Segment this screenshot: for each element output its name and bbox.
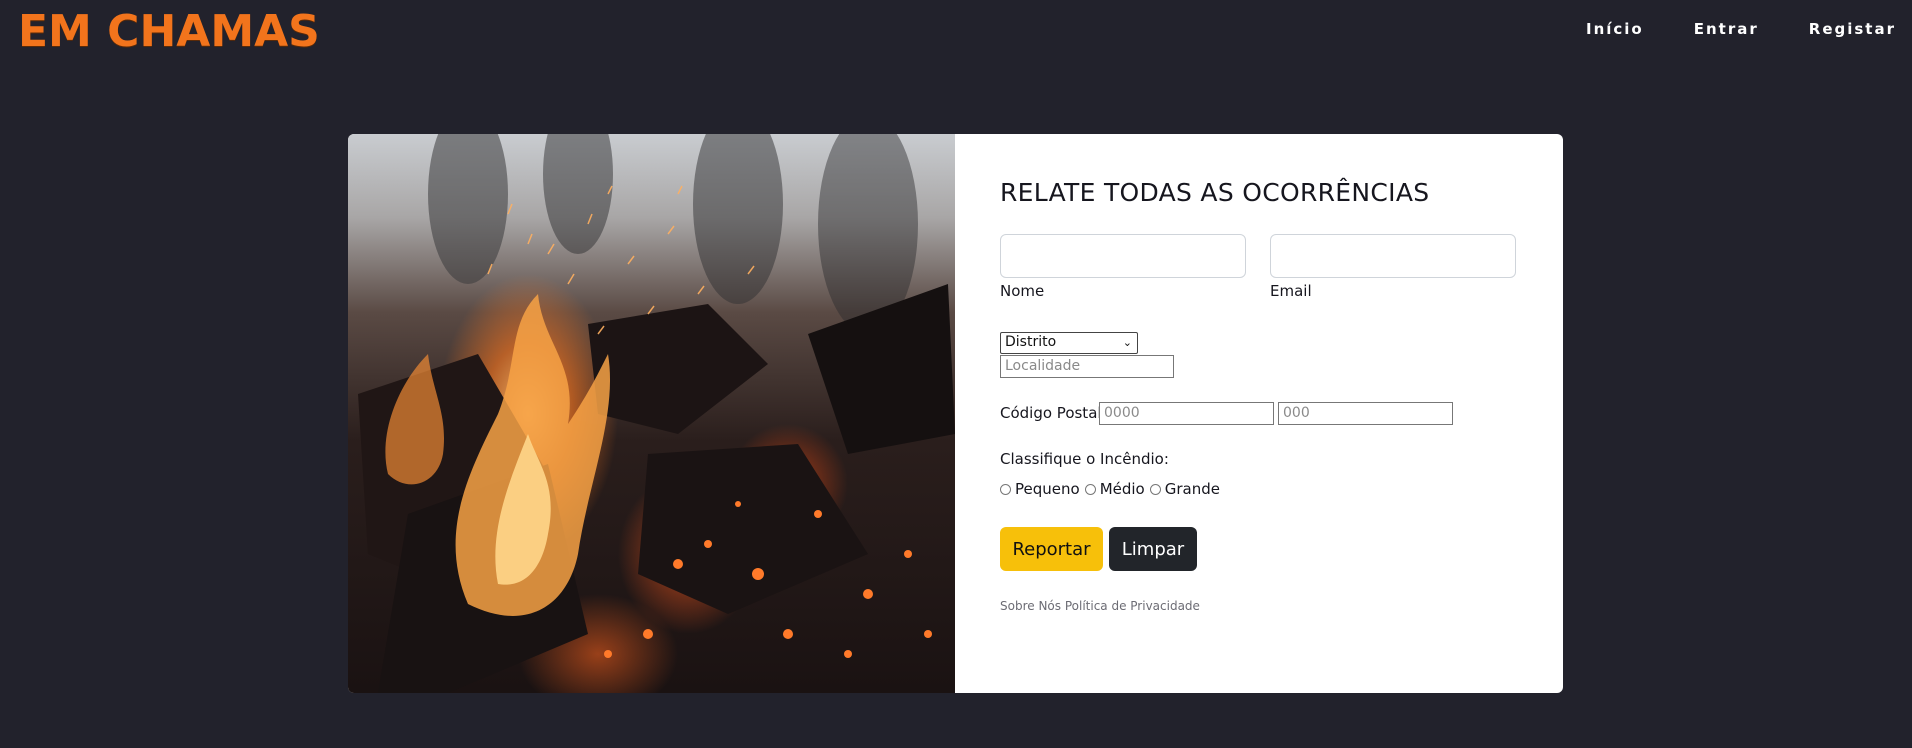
radio-grande-label: Grande [1164,480,1220,498]
radio-medio-circle[interactable] [1084,483,1096,495]
fire-illustration [358,134,955,693]
radio-grande-circle[interactable] [1149,483,1161,495]
radio-pequeno-circle[interactable] [1000,483,1011,495]
form-title: RELATE TODAS AS OCORRÊNCIAS [1000,178,1430,207]
classify-label: Classifique o Incêndio: [1000,450,1169,468]
name-label: Nome [1000,282,1045,300]
fire-photo [348,134,955,693]
fire-size-radio-group: Pequeno Médio Grande [1000,480,1225,498]
footer-links: Sobre Nós Política de Privacidade [1000,599,1200,613]
nav-inicio[interactable]: Início [1586,20,1644,38]
clear-button[interactable]: Limpar [1109,527,1197,571]
about-link[interactable]: Sobre Nós [1000,599,1061,613]
brand-logo[interactable]: EM CHAMAS [18,6,320,58]
email-input[interactable] [1270,234,1516,278]
report-button[interactable]: Reportar [1000,527,1103,571]
nav-entrar[interactable]: Entrar [1694,20,1759,38]
postal-code-first-input[interactable]: 0000 [1099,402,1274,425]
locality-input[interactable]: Localidade [1000,355,1174,378]
radio-pequeno[interactable]: Pequeno [1000,480,1080,498]
postal-code-label: Código Postal: [1000,404,1107,422]
district-selected-value: Distrito [1005,334,1057,350]
nav-registar[interactable]: Registar [1809,20,1896,38]
top-nav: Início Entrar Registar [1586,20,1912,38]
radio-grande[interactable]: Grande [1149,480,1220,498]
report-card: RELATE TODAS AS OCORRÊNCIAS Nome Email D… [348,134,1563,693]
district-select[interactable]: Distrito ⌄ [1000,332,1138,354]
name-input[interactable] [1000,234,1246,278]
radio-medio[interactable]: Médio [1084,480,1145,498]
privacy-link[interactable]: Política de Privacidade [1065,599,1200,613]
postal-code-second-input[interactable]: 000 [1278,402,1453,425]
radio-pequeno-label: Pequeno [1015,480,1080,498]
radio-medio-label: Médio [1099,480,1145,498]
email-label: Email [1270,282,1312,300]
chevron-down-icon: ⌄ [1122,336,1132,349]
report-form: RELATE TODAS AS OCORRÊNCIAS Nome Email D… [955,134,1563,693]
